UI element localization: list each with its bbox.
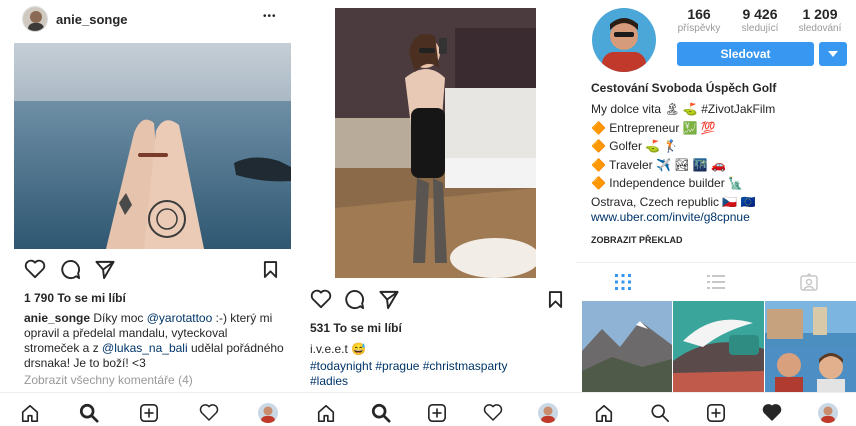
emoji: 😅: [351, 342, 367, 356]
bio-line: My dolce vita 🏝 ⛳ #ZivotJakFilm: [591, 102, 776, 116]
profile-avatar-large[interactable]: [592, 8, 656, 72]
profile-website-link[interactable]: www.uber.com/invite/g8cpnue: [591, 210, 750, 224]
hashtags[interactable]: #todaynight #prague #christmasparty: [310, 359, 507, 374]
stat-followers[interactable]: 9 426 sledující: [734, 6, 786, 34]
activity-icon[interactable]: [198, 402, 220, 424]
search-icon[interactable]: [78, 402, 100, 424]
heart-icon[interactable]: [310, 289, 332, 309]
post-caption: anie_songe Díky moc @yarotattoo :-) kter…: [24, 311, 286, 371]
bottom-nav: [298, 392, 576, 426]
caption-text: Díky moc: [93, 311, 144, 325]
profile-avatar[interactable]: [257, 402, 279, 424]
post-image[interactable]: [14, 43, 291, 249]
profile-bio: My dolce vita 🏝 ⛳ #ZivotJakFilm 🔶 Entrep…: [591, 100, 775, 211]
grid-thumbnail[interactable]: [765, 301, 856, 393]
bookmark-icon[interactable]: [263, 260, 278, 279]
post-panel-2: 531 To se mi líbí i.v.e.e.t 😅 #todaynigh…: [298, 0, 576, 426]
hashtags[interactable]: #ladies: [310, 374, 348, 389]
post-panel-1: anie_songe ••• 1 790 To se mi líbí anie_…: [0, 0, 298, 426]
comment-icon[interactable]: [344, 289, 365, 310]
search-icon[interactable]: [649, 402, 671, 424]
stat-value: 9 426: [742, 6, 778, 22]
add-icon[interactable]: [705, 402, 727, 424]
grid-thumbnail[interactable]: [582, 301, 672, 393]
home-icon[interactable]: [19, 402, 41, 424]
home-icon[interactable]: [315, 402, 337, 424]
suggestions-dropdown-button[interactable]: [819, 42, 847, 66]
bio-line: 🔶 Independence builder 🗽: [591, 176, 743, 190]
likes-count[interactable]: 531 To se mi líbí: [310, 321, 402, 335]
profile-tabs: [576, 262, 856, 300]
bookmark-icon[interactable]: [548, 290, 563, 309]
share-icon[interactable]: [94, 259, 116, 280]
tagged-icon[interactable]: [800, 272, 819, 291]
post-avatar[interactable]: [22, 6, 48, 32]
stat-label: sledující: [741, 23, 779, 34]
post-caption: i.v.e.e.t 😅: [310, 342, 366, 357]
search-icon[interactable]: [370, 402, 392, 424]
profile-avatar[interactable]: [817, 402, 839, 424]
grid-thumbnail[interactable]: [673, 301, 764, 393]
home-icon[interactable]: [593, 402, 615, 424]
share-icon[interactable]: [378, 289, 400, 310]
bio-line: 🔶 Entrepreneur 💹 💯: [591, 120, 716, 135]
stat-value: 166: [687, 6, 711, 22]
post-image[interactable]: [335, 8, 536, 278]
post-username[interactable]: anie_songe: [56, 12, 128, 27]
view-all-comments-link[interactable]: Zobrazit všechny komentáře (4): [24, 373, 193, 387]
comment-icon[interactable]: [60, 259, 81, 280]
list-icon[interactable]: [706, 274, 725, 290]
bio-line: Ostrava, Czech republic 🇨🇿 🇪🇺: [591, 194, 756, 209]
bottom-nav: [0, 392, 298, 426]
stat-following[interactable]: 1 209 sledování: [794, 6, 846, 34]
profile-panel: 166 příspěvky 9 426 sledující 1 209 sled…: [576, 0, 856, 426]
grid-icon[interactable]: [614, 273, 632, 291]
stat-label: sledování: [798, 23, 842, 34]
bio-line: 🔶 Golfer ⛳ 🏌: [591, 139, 679, 153]
stat-value: 1 209: [802, 6, 838, 22]
more-options-button[interactable]: •••: [263, 11, 277, 22]
bottom-nav: [576, 392, 856, 426]
add-icon[interactable]: [138, 402, 160, 424]
follow-button[interactable]: Sledovat: [677, 42, 814, 66]
stat-posts[interactable]: 166 příspěvky: [677, 6, 721, 34]
heart-icon[interactable]: [24, 259, 46, 279]
bio-line: 🔶 Traveler ✈️ 🏞 🌃 🚗: [591, 157, 727, 172]
caption-username[interactable]: i.v.e.e.t: [310, 342, 348, 356]
show-translation-link[interactable]: ZOBRAZIT PŘEKLAD: [591, 235, 683, 245]
caption-username[interactable]: anie_songe: [24, 311, 90, 325]
chevron-down-icon: [828, 51, 838, 57]
likes-count[interactable]: 1 790 To se mi líbí: [24, 291, 126, 305]
activity-icon[interactable]: [482, 402, 504, 424]
add-icon[interactable]: [426, 402, 448, 424]
mention-link[interactable]: @yarotattoo: [147, 311, 213, 325]
activity-icon[interactable]: [761, 402, 783, 424]
stat-label: příspěvky: [677, 23, 721, 34]
mention-link[interactable]: @lukas_na_bali: [102, 341, 188, 355]
profile-avatar[interactable]: [537, 402, 559, 424]
profile-name: Cestování Svoboda Úspěch Golf: [591, 81, 777, 95]
